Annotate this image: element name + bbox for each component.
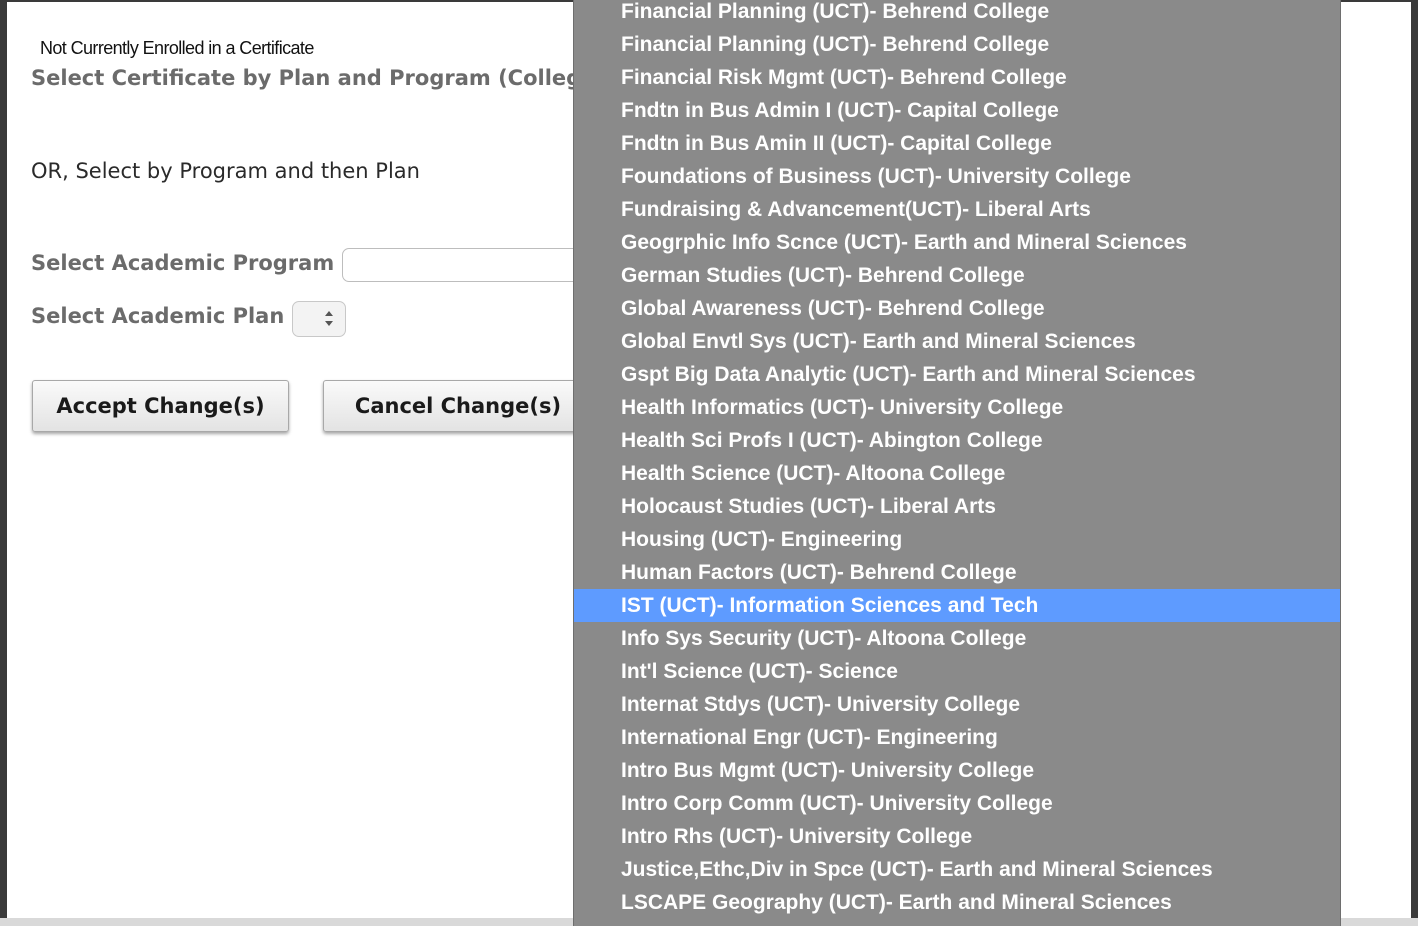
dropdown-option[interactable]: Global Envtl Sys (UCT)- Earth and Minera… [574, 325, 1340, 358]
dropdown-option[interactable]: Fndtn in Bus Admin I (UCT)- Capital Coll… [574, 94, 1340, 127]
dropdown-option[interactable]: Intro Rhs (UCT)- University College [574, 820, 1340, 853]
dropdown-option-selected[interactable]: IST (UCT)- Information Sciences and Tech [574, 589, 1340, 622]
dropdown-option-label: Justice,Ethc,Div in Spce (UCT)- Earth an… [621, 858, 1213, 881]
dropdown-option-label: Global Awareness (UCT)- Behrend College [621, 297, 1045, 320]
dropdown-option-label: Intro Rhs (UCT)- University College [621, 825, 973, 848]
dropdown-option-label: Geogrphic Info Scnce (UCT)- Earth and Mi… [621, 231, 1187, 254]
dropdown-option-label: Holocaust Studies (UCT)- Liberal Arts [621, 495, 996, 518]
dropdown-option-label: Fundraising & Advancement(UCT)- Liberal … [621, 198, 1091, 221]
dropdown-option[interactable]: Internat Stdys (UCT)- University College [574, 688, 1340, 721]
dropdown-option-label: Human Factors (UCT)- Behrend College [621, 561, 1017, 584]
dropdown-option[interactable]: LSCAPE Geography (UCT)- Earth and Minera… [574, 886, 1340, 919]
dropdown-option-label: Int'l Science (UCT)- Science [621, 660, 898, 683]
dropdown-option-label: Fndtn in Bus Admin I (UCT)- Capital Coll… [621, 99, 1059, 122]
dropdown-option[interactable]: Gspt Big Data Analytic (UCT)- Earth and … [574, 358, 1340, 391]
dropdown-option[interactable]: International Engr (UCT)- Engineering [574, 721, 1340, 754]
cancel-changes-button[interactable]: Cancel Change(s) [323, 380, 593, 432]
dropdown-option-label: Fndtn in Bus Amin II (UCT)- Capital Coll… [621, 132, 1052, 155]
academic-program-label: Select Academic Program [31, 251, 335, 275]
dropdown-option[interactable]: Fndtn in Bus Amin II (UCT)- Capital Coll… [574, 127, 1340, 160]
dropdown-option[interactable]: German Studies (UCT)- Behrend College [574, 259, 1340, 292]
dropdown-option[interactable]: Foundations of Business (UCT)- Universit… [574, 160, 1340, 193]
dropdown-option-label: Info Sys Security (UCT)- Altoona College [621, 627, 1027, 650]
dropdown-option-label: Housing (UCT)- Engineering [621, 528, 903, 551]
up-down-arrows-icon [325, 311, 333, 326]
alternate-selection-text: OR, Select by Program and then Plan [31, 159, 420, 183]
dropdown-option[interactable]: Financial Planning (UCT)- Behrend Colleg… [574, 0, 1340, 28]
dropdown-option[interactable]: Fundraising & Advancement(UCT)- Liberal … [574, 193, 1340, 226]
dropdown-option-label: IST (UCT)- Information Sciences and Tech [621, 594, 1039, 617]
dropdown-option[interactable]: Global Awareness (UCT)- Behrend College [574, 292, 1340, 325]
dropdown-option-label: Intro Bus Mgmt (UCT)- University College [621, 759, 1035, 782]
dropdown-option[interactable]: Info Sys Security (UCT)- Altoona College [574, 622, 1340, 655]
dropdown-option[interactable]: Housing (UCT)- Engineering [574, 523, 1340, 556]
enrollment-status-text: Not Currently Enrolled in a Certificate [40, 38, 314, 58]
dropdown-option-label: International Engr (UCT)- Engineering [621, 726, 998, 749]
dropdown-option[interactable]: Health Science (UCT)- Altoona College [574, 457, 1340, 490]
dropdown-option-label: LSCAPE Geography (UCT)- Earth and Minera… [621, 891, 1172, 914]
dropdown-option[interactable]: Health Informatics (UCT)- University Col… [574, 391, 1340, 424]
academic-program-select[interactable] [342, 248, 604, 282]
dropdown-option-label: Financial Planning (UCT)- Behrend Colleg… [621, 33, 1050, 56]
dropdown-option[interactable]: Intro Bus Mgmt (UCT)- University College [574, 754, 1340, 787]
dropdown-option-label: Intro Corp Comm (UCT)- University Colleg… [621, 792, 1053, 815]
dropdown-option[interactable]: Justice,Ethc,Div in Spce (UCT)- Earth an… [574, 853, 1340, 886]
dropdown-option-label: Gspt Big Data Analytic (UCT)- Earth and … [621, 363, 1196, 386]
dropdown-option-label: Health Informatics (UCT)- University Col… [621, 396, 1064, 419]
select-certificate-heading: Select Certificate by Plan and Program (… [31, 66, 596, 90]
academic-plan-label: Select Academic Plan [31, 304, 285, 328]
window-edge-right [1411, 0, 1418, 926]
certificate-form-window: Not Currently Enrolled in a Certificate … [0, 0, 1418, 926]
dropdown-option[interactable]: Geogrphic Info Scnce (UCT)- Earth and Mi… [574, 226, 1340, 259]
dropdown-option-label: Financial Planning (UCT)- Behrend Colleg… [621, 0, 1050, 23]
dropdown-option[interactable]: Intro Corp Comm (UCT)- University Colleg… [574, 787, 1340, 820]
dropdown-option[interactable]: Financial Planning (UCT)- Behrend Colleg… [574, 28, 1340, 61]
dropdown-option-label: Health Sci Profs I (UCT)- Abington Colle… [621, 429, 1043, 452]
dropdown-option[interactable]: Health Sci Profs I (UCT)- Abington Colle… [574, 424, 1340, 457]
dropdown-option-label: German Studies (UCT)- Behrend College [621, 264, 1025, 287]
dropdown-option-label: Health Science (UCT)- Altoona College [621, 462, 1006, 485]
dropdown-option-label: Foundations of Business (UCT)- Universit… [621, 165, 1131, 188]
certificate-dropdown-list[interactable]: Financial Planning (UCT)- Behrend Colleg… [573, 0, 1341, 926]
dropdown-option[interactable]: Holocaust Studies (UCT)- Liberal Arts [574, 490, 1340, 523]
dropdown-option-label: Financial Risk Mgmt (UCT)- Behrend Colle… [621, 66, 1067, 89]
accept-changes-button[interactable]: Accept Change(s) [32, 380, 289, 432]
window-edge-left [0, 0, 7, 926]
dropdown-option[interactable]: Int'l Science (UCT)- Science [574, 655, 1340, 688]
dropdown-option-label: Internat Stdys (UCT)- University College [621, 693, 1021, 716]
dropdown-option-label: Global Envtl Sys (UCT)- Earth and Minera… [621, 330, 1136, 353]
dropdown-option[interactable]: Financial Risk Mgmt (UCT)- Behrend Colle… [574, 61, 1340, 94]
dropdown-option[interactable]: Human Factors (UCT)- Behrend College [574, 556, 1340, 589]
academic-plan-select[interactable] [292, 301, 346, 337]
